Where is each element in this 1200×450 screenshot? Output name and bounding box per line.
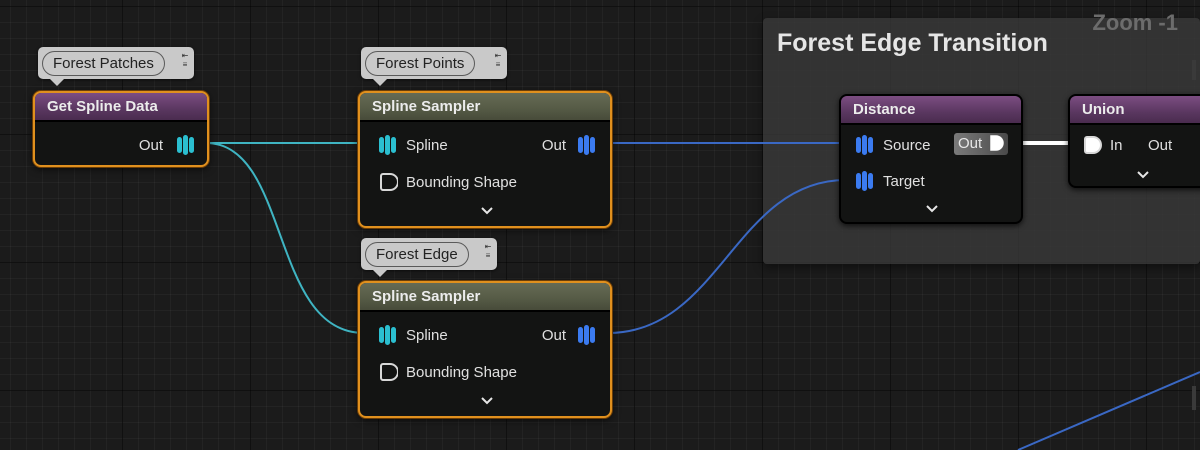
pin-label: Out bbox=[1148, 136, 1173, 154]
tag-forest-edge[interactable]: Forest Edge ⇤ ≡ bbox=[361, 238, 497, 277]
stacked-point-icon[interactable] bbox=[855, 134, 875, 156]
pin-collapse-icon[interactable]: ⇤ ≡ bbox=[493, 51, 503, 69]
pin-label: In bbox=[1110, 136, 1123, 154]
output-pin-out[interactable]: Out bbox=[139, 133, 195, 157]
concept-pin-icon[interactable] bbox=[378, 361, 399, 383]
wire-spline-data-to-sampler-bottom bbox=[205, 142, 365, 334]
concept-pin-icon[interactable] bbox=[378, 171, 399, 193]
pin-label: Bounding Shape bbox=[406, 173, 517, 191]
chevron-down-icon[interactable] bbox=[480, 206, 494, 216]
node-title: Union bbox=[1070, 96, 1200, 125]
concept-pin-icon[interactable] bbox=[988, 134, 1005, 152]
input-pin-spline[interactable]: Spline bbox=[378, 323, 448, 347]
output-pin-out[interactable]: Out bbox=[954, 133, 1009, 155]
stacked-spline-icon[interactable] bbox=[378, 134, 398, 156]
pin-label: Out bbox=[958, 135, 983, 152]
stacked-spline-icon[interactable] bbox=[378, 324, 398, 346]
pin-label: Out bbox=[541, 326, 566, 344]
pin-label: Target bbox=[883, 172, 925, 190]
zoom-indicator: Zoom -1 bbox=[1092, 10, 1178, 35]
output-pin-out[interactable]: Out bbox=[1148, 133, 1172, 157]
scrollbar-hint[interactable] bbox=[1192, 386, 1196, 410]
node-distance[interactable]: Distance Source Target Out bbox=[839, 94, 1023, 224]
stacked-point-icon[interactable] bbox=[576, 324, 596, 346]
pin-label: Out bbox=[541, 136, 566, 154]
concept-pin-icon[interactable] bbox=[1082, 134, 1102, 156]
chevron-down-icon[interactable] bbox=[480, 396, 494, 406]
pin-label: Out bbox=[138, 136, 163, 154]
chevron-down-icon[interactable] bbox=[925, 204, 939, 214]
chevron-down-icon[interactable] bbox=[1136, 170, 1150, 180]
output-pin-out[interactable]: Out bbox=[542, 133, 596, 157]
node-title: Spline Sampler bbox=[360, 93, 610, 122]
stacked-spline-icon[interactable] bbox=[175, 134, 195, 156]
stacked-point-icon[interactable] bbox=[576, 134, 596, 156]
node-title: Get Spline Data bbox=[35, 93, 207, 122]
pin-label: Source bbox=[883, 136, 931, 154]
tag-label: Forest Points bbox=[365, 51, 476, 76]
input-pin-in[interactable]: In bbox=[1082, 133, 1123, 157]
stacked-point-icon[interactable] bbox=[855, 170, 875, 192]
input-pin-bounding-shape[interactable]: Bounding Shape bbox=[378, 170, 517, 194]
input-pin-bounding-shape[interactable]: Bounding Shape bbox=[378, 360, 517, 384]
pin-label: Spline bbox=[406, 136, 448, 154]
input-pin-source[interactable]: Source bbox=[855, 133, 931, 157]
tag-forest-patches[interactable]: Forest Patches ⇤ ≡ bbox=[38, 47, 194, 86]
node-spline-sampler-bottom[interactable]: Spline Sampler Spline Bounding Shape Out bbox=[358, 281, 612, 418]
scrollbar-hint[interactable] bbox=[1192, 60, 1196, 80]
pin-label: Bounding Shape bbox=[406, 363, 517, 381]
node-title: Distance bbox=[841, 96, 1021, 125]
pin-collapse-icon[interactable]: ⇤ ≡ bbox=[180, 51, 190, 69]
node-spline-sampler-top[interactable]: Spline Sampler Spline Bounding Shape Out bbox=[358, 91, 612, 228]
node-union[interactable]: Union In Out bbox=[1068, 94, 1200, 188]
node-get-spline-data[interactable]: Get Spline Data Out bbox=[33, 91, 209, 167]
tag-forest-points[interactable]: Forest Points ⇤ ≡ bbox=[361, 47, 507, 86]
input-pin-target[interactable]: Target bbox=[855, 169, 925, 193]
wire-offscreen-blue bbox=[1017, 371, 1200, 450]
tag-label: Forest Patches bbox=[42, 51, 165, 76]
tag-label: Forest Edge bbox=[365, 242, 469, 267]
node-title: Spline Sampler bbox=[360, 283, 610, 312]
pin-collapse-icon[interactable]: ⇤ ≡ bbox=[483, 242, 493, 260]
comment-title[interactable]: Forest Edge Transition bbox=[777, 29, 1048, 58]
pin-label: Spline bbox=[406, 326, 448, 344]
input-pin-spline[interactable]: Spline bbox=[378, 133, 448, 157]
output-pin-out[interactable]: Out bbox=[542, 323, 596, 347]
